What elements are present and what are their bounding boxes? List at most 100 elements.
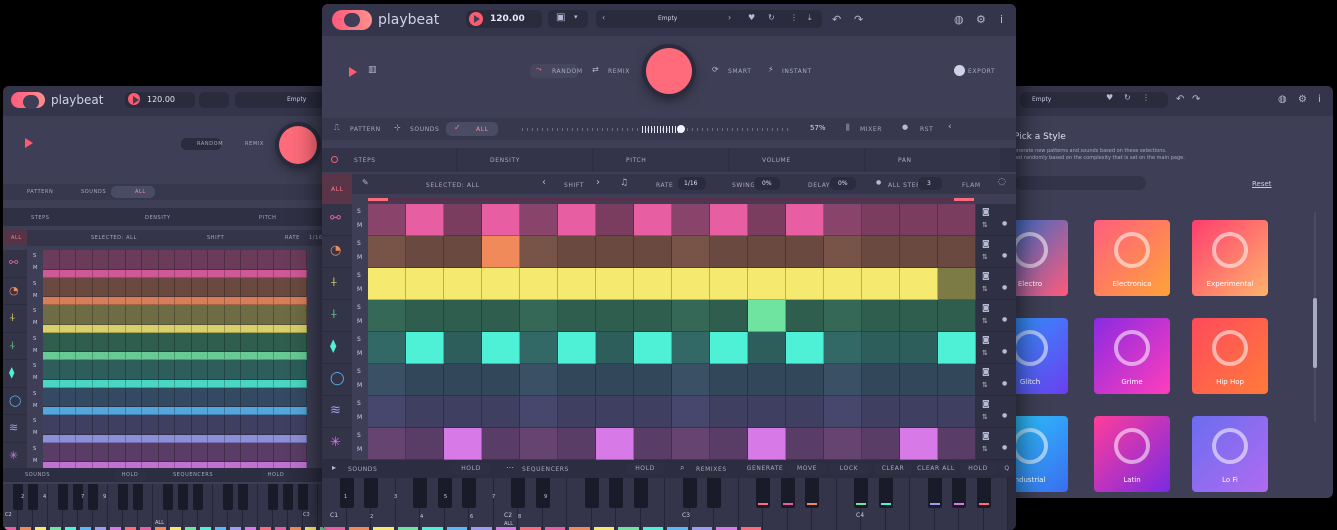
all-steps-box[interactable]: 3 [918, 177, 942, 190]
step-cell[interactable] [900, 332, 938, 364]
left-density-bar[interactable] [109, 324, 126, 333]
row-lock-icon[interactable]: ● [1002, 284, 1007, 291]
left-density-bar[interactable] [92, 324, 109, 333]
step-cell[interactable] [558, 396, 596, 428]
tab-steps[interactable]: STEPS [322, 148, 456, 172]
left-step-cell[interactable] [191, 250, 208, 270]
pattern-label[interactable]: PATTERN [27, 189, 53, 195]
row-adjust-icon[interactable]: ⇅ [982, 413, 988, 421]
step-cell[interactable] [900, 300, 938, 332]
left-step-cell[interactable] [274, 415, 291, 435]
left-step-cell[interactable] [158, 332, 175, 352]
left-density-bar[interactable] [274, 269, 291, 278]
left-density-bar[interactable] [158, 407, 175, 415]
mute-toggle[interactable]: M [357, 350, 362, 357]
left-density-bar[interactable] [224, 407, 241, 415]
step-cell[interactable] [482, 332, 520, 364]
piano-key-black[interactable] [268, 484, 278, 510]
step-cell[interactable] [710, 204, 748, 236]
left-density-bar[interactable] [43, 407, 60, 415]
left-step-cell[interactable] [43, 360, 60, 380]
step-cell[interactable] [748, 364, 786, 396]
left-step-cell[interactable] [274, 387, 291, 407]
step-cell[interactable] [748, 332, 786, 364]
left-density-bar[interactable] [241, 407, 258, 415]
left-step-cell[interactable] [43, 305, 60, 325]
step-cell[interactable] [824, 332, 862, 364]
step-cell[interactable] [824, 204, 862, 236]
left-step-cell[interactable] [158, 250, 175, 270]
left-step-cell[interactable] [142, 415, 159, 435]
left-step-cell[interactable] [224, 387, 241, 407]
step-cell[interactable] [786, 332, 824, 364]
step-cell[interactable] [596, 332, 634, 364]
left-step-cell[interactable] [257, 442, 274, 462]
right-preset[interactable]: Empty ♥ ↻ ⋮ [1020, 92, 1168, 108]
step-cell[interactable] [786, 428, 824, 460]
row-view-icon[interactable]: ◙ [982, 271, 990, 280]
left-density-bar[interactable] [92, 297, 109, 305]
left-step-cell[interactable] [208, 277, 225, 297]
all-rows-button[interactable]: ALL [322, 174, 352, 206]
left-step-cell[interactable] [241, 360, 258, 380]
left-remix-label[interactable]: REMIX [245, 141, 264, 147]
style-tile[interactable]: Latin [1094, 416, 1170, 492]
row-instrument-button[interactable]: ⧫ [322, 332, 352, 364]
left-density-bar[interactable] [241, 324, 258, 333]
left-density-bar[interactable] [257, 407, 274, 415]
shift-chevron-right-icon[interactable]: › [596, 177, 600, 188]
step-cell[interactable] [634, 332, 672, 364]
left-density-bar[interactable] [224, 324, 241, 333]
left-step-cell[interactable] [59, 277, 76, 297]
left-density-bar[interactable] [208, 379, 225, 388]
more-icon[interactable]: ⋮ [790, 13, 798, 22]
mute-toggle[interactable]: M [33, 293, 37, 299]
step-cell[interactable] [824, 268, 862, 300]
row-instrument-button[interactable]: ≋ [322, 396, 352, 428]
left-density-bar[interactable] [76, 407, 93, 415]
left-density-bar[interactable] [290, 324, 307, 333]
style-tile[interactable]: Grime [1094, 318, 1170, 394]
refresh-icon[interactable]: ↻ [768, 13, 775, 22]
left-row-instrument[interactable]: ◯ [3, 387, 27, 415]
step-cell[interactable] [596, 396, 634, 428]
style-tile[interactable]: Electronica [1094, 220, 1170, 296]
left-step-cell[interactable] [224, 332, 241, 352]
left-density-bar[interactable] [290, 407, 307, 415]
step-cell[interactable] [444, 268, 482, 300]
left-sounds-label[interactable]: SOUNDS [25, 472, 50, 478]
left-density-bar[interactable] [92, 434, 109, 443]
row-lock-icon[interactable]: ● [1002, 252, 1007, 259]
left-step-cell[interactable] [125, 250, 142, 270]
left-density-bar[interactable] [109, 379, 126, 388]
left-step-cell[interactable] [208, 250, 225, 270]
delay-value-box[interactable]: 0% [830, 177, 856, 190]
left-step-cell[interactable] [142, 442, 159, 462]
step-cell[interactable] [596, 300, 634, 332]
step-cell[interactable] [634, 236, 672, 268]
step-cell[interactable] [368, 428, 406, 460]
row-view-icon[interactable]: ◙ [982, 239, 990, 248]
step-cell[interactable] [368, 332, 406, 364]
swing-value-box[interactable]: 0% [754, 177, 780, 190]
left-step-cell[interactable] [142, 305, 159, 325]
left-step-cell[interactable] [109, 277, 126, 297]
left-density-bar[interactable] [158, 379, 175, 388]
left-density-bar[interactable] [43, 324, 60, 333]
row-view-icon[interactable]: ◙ [982, 207, 990, 216]
left-step-cell[interactable] [274, 442, 291, 462]
left-step-cell[interactable] [257, 305, 274, 325]
left-density-bar[interactable] [158, 352, 175, 360]
left-step-cell[interactable] [92, 305, 109, 325]
left-row-instrument[interactable]: ≋ [3, 415, 27, 443]
step-cell[interactable] [938, 396, 976, 428]
left-step-cell[interactable] [191, 415, 208, 435]
left-step-cell[interactable] [59, 360, 76, 380]
left-step-cell[interactable] [43, 277, 60, 297]
step-cell[interactable] [900, 396, 938, 428]
gear-icon[interactable]: ⚙ [1298, 94, 1307, 105]
left-density-bar[interactable] [175, 407, 192, 415]
step-cell[interactable] [406, 332, 444, 364]
left-step-cell[interactable] [76, 442, 93, 462]
step-cell[interactable] [368, 396, 406, 428]
